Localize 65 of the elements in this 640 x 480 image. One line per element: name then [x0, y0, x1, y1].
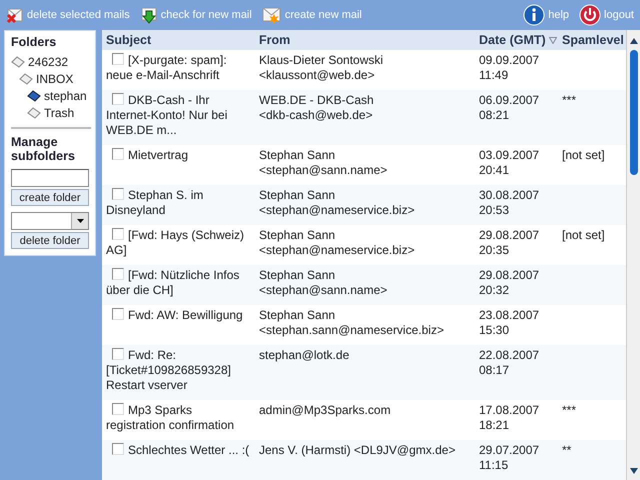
from-cell: Jens V. (Harmsti) <DL9JV@gmx.de>	[255, 440, 475, 480]
from-cell: Stephan Sann <stephan@nameservice.biz>	[255, 185, 475, 226]
folders-title: Folders	[11, 35, 58, 49]
subject-cell[interactable]: [X-purgate: spam]: neue e-Mail-Anschrift	[102, 50, 255, 90]
spamlevel-cell: ***	[558, 90, 626, 146]
folder-dropdown[interactable]	[11, 212, 89, 230]
column-header[interactable]: Subject	[102, 30, 255, 50]
subject-cell[interactable]: [Fwd: Hays (Schweiz) AG]	[102, 225, 255, 265]
envelope-down-arrow-icon[interactable]	[140, 6, 158, 24]
folder-item[interactable]: 246232	[11, 53, 91, 70]
envelope-cross-icon[interactable]	[6, 6, 24, 24]
manage-title: Manage subfolders	[11, 135, 76, 163]
scrollbar[interactable]	[626, 30, 640, 480]
subject-cell[interactable]: Fwd: AW: Bewilligung	[102, 304, 255, 345]
from-cell: Stephan Sann <stephan@nameservice.biz>	[255, 225, 475, 265]
folder-item[interactable]: stephan	[27, 87, 91, 104]
folder-name-field[interactable]	[11, 169, 89, 187]
column-header[interactable]: From	[255, 30, 475, 50]
from-cell: admin@Mp3Sparks.com	[255, 400, 475, 440]
spamlevel-cell: ***	[558, 400, 626, 440]
date-cell: 23.08.2007 15:30	[475, 304, 558, 345]
row-checkbox[interactable]	[112, 92, 124, 105]
row-checkbox[interactable]	[112, 148, 124, 160]
caret-icon	[76, 219, 84, 223]
column-header[interactable]: Date (GMT)	[475, 30, 558, 50]
from-cell: WEB.DE - DKB-Cash <dkb-cash@web.de>	[255, 90, 475, 146]
row-checkbox[interactable]	[112, 308, 124, 320]
from-cell: Klaus-Dieter Sontowski <klaussont@web.de>	[255, 50, 475, 90]
column-header[interactable]: Spamlevel	[558, 30, 626, 50]
subject-cell[interactable]: DKB-Cash - Ihr Internet-Konto! Nur bei WEB.DE m...	[102, 90, 255, 146]
date-cell: 22.08.2007 08:17	[475, 344, 558, 400]
row-checkbox[interactable]	[112, 228, 124, 240]
row-checkbox[interactable]	[112, 348, 124, 360]
from-cell: Stephan Sann <stephan@sann.name>	[255, 264, 475, 305]
date-cell: 06.09.2007 08:21	[475, 90, 558, 146]
create-folder-button[interactable]: create folder	[11, 189, 89, 206]
delete-folder-button[interactable]: delete folder	[11, 232, 89, 249]
row-checkbox[interactable]	[112, 268, 124, 280]
row-checkbox[interactable]	[112, 53, 124, 65]
date-cell: 29.07.2007 11:15	[475, 440, 558, 480]
date-cell: 29.08.2007 20:32	[475, 264, 558, 305]
subject-cell[interactable]: Schlechtes Wetter ... :(	[102, 440, 255, 480]
from-cell: Stephan Sann <stephan@sann.name>	[255, 145, 475, 186]
spamlevel-cell: [not set]	[558, 145, 626, 186]
date-cell: 29.08.2007 20:35	[475, 225, 558, 265]
info-icon[interactable]	[523, 4, 546, 26]
from-cell: Stephan Sann <stephan.sann@nameservice.biz>	[255, 304, 475, 345]
row-checkbox[interactable]	[112, 403, 124, 416]
power-icon[interactable]	[579, 4, 602, 26]
spamlevel-cell: [not set]	[558, 225, 626, 265]
date-cell: 30.08.2007 20:53	[475, 185, 558, 226]
from-cell: stephan@lotk.de	[255, 344, 475, 400]
subject-cell[interactable]: Mietvertrag	[102, 145, 255, 186]
row-checkbox[interactable]	[112, 443, 124, 456]
date-cell: 09.09.2007 11:49	[475, 50, 558, 90]
folder-item[interactable]: Trash	[27, 104, 91, 121]
row-checkbox[interactable]	[112, 188, 124, 200]
folder-item[interactable]: INBOX	[19, 70, 91, 87]
date-cell: 17.08.2007 18:21	[475, 400, 558, 440]
spamlevel-cell: **	[558, 440, 626, 480]
subject-cell[interactable]: Fwd: Re: [Ticket#109826859328] Restart vserver	[102, 344, 255, 400]
subject-cell[interactable]: Mp3 Sparks registration confirmation	[102, 400, 255, 440]
date-cell: 03.09.2007 20:41	[475, 145, 558, 186]
subject-cell[interactable]: [Fwd: Nützliche Infos über die CH]	[102, 264, 255, 305]
subject-cell[interactable]: Stephan S. im Disneyland	[102, 185, 255, 226]
